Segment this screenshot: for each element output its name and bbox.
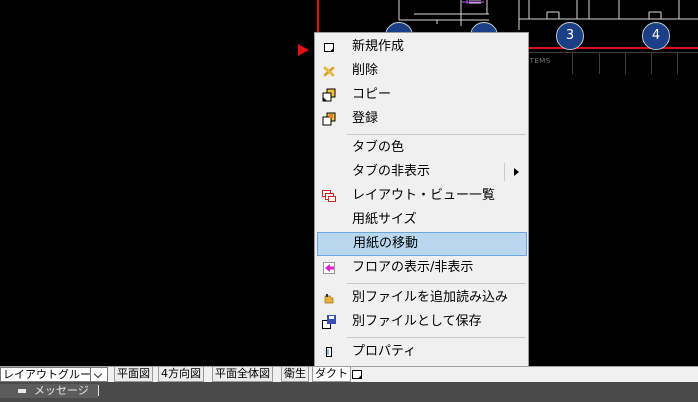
properties-icon <box>326 347 332 357</box>
menu-item-label: 用紙サイズ <box>352 212 417 227</box>
menu-item-label: レイアウト・ビュー一覧 <box>352 188 496 203</box>
delete-x-icon <box>323 66 335 77</box>
menu-item-label: コピー <box>352 87 392 102</box>
menu-item-label: タブの色 <box>352 140 405 155</box>
layout-group-dropdown-button[interactable] <box>91 367 108 382</box>
layout-group-select[interactable]: レイアウトグループ1 <box>0 367 91 382</box>
status-bar: メッセージ <box>0 382 698 402</box>
layout-list-icon <box>322 190 336 202</box>
context-menu: 新規作成 削除 コピー 登録 タブの色 タブの非表示 レイアウト・ビュー一覧 用… <box>314 32 529 367</box>
menu-item-register[interactable]: 登録 <box>317 107 527 131</box>
menu-item-label: プロパティ <box>352 344 417 359</box>
layout-tab-bar: レイアウトグループ1 平面図 4方向図 平面全体図 衛生 ダクト <box>0 366 698 383</box>
menu-item-label: 用紙の移動 <box>353 236 419 251</box>
register-icon <box>322 112 336 126</box>
menu-item-properties[interactable]: プロパティ <box>317 340 527 364</box>
menu-separator <box>347 134 526 135</box>
grid-axis-bubble-3: 3 <box>556 22 584 50</box>
menu-item-label: フロアの表示/非表示 <box>352 260 474 275</box>
new-sheet-icon <box>324 43 334 52</box>
copy-icon <box>322 88 336 102</box>
menu-item-paper-size[interactable]: 用紙サイズ <box>317 208 527 232</box>
menu-separator <box>347 283 526 284</box>
tab-duct[interactable]: ダクト <box>312 367 351 382</box>
message-collapse-icon[interactable] <box>18 389 26 393</box>
floor-toggle-icon <box>323 262 335 274</box>
menu-item-label: 別ファイルを追加読み込み <box>352 290 509 305</box>
menu-item-floor-toggle[interactable]: フロアの表示/非表示 <box>317 256 527 280</box>
menu-item-label: タブの非表示 <box>352 164 431 179</box>
table-label: ITEMS <box>527 57 551 65</box>
menu-item-save-as[interactable]: 別ファイルとして保存 <box>317 310 527 334</box>
folder-import-icon <box>324 294 334 304</box>
menu-item-layout-view-list[interactable]: レイアウト・ビュー一覧 <box>317 184 527 208</box>
submenu-arrow-icon <box>514 168 519 176</box>
message-pane[interactable]: メッセージ <box>0 384 98 398</box>
menu-item-label: 削除 <box>352 63 379 78</box>
message-input-caret <box>98 385 99 396</box>
red-arrow-marker <box>298 44 309 56</box>
menu-item-delete[interactable]: 削除 <box>317 59 527 83</box>
submenu-divider <box>504 163 505 181</box>
menu-item-hide-tab[interactable]: タブの非表示 <box>317 160 527 184</box>
new-tab-icon[interactable] <box>350 368 364 381</box>
tab-floor-overall[interactable]: 平面全体図 <box>212 367 273 382</box>
menu-separator <box>347 337 526 338</box>
menu-item-tab-color[interactable]: タブの色 <box>317 136 527 160</box>
tab-four-direction[interactable]: 4方向図 <box>158 367 204 382</box>
menu-item-new[interactable]: 新規作成 <box>317 35 527 59</box>
menu-item-move-paper[interactable]: 用紙の移動 <box>317 232 527 256</box>
message-label: メッセージ <box>34 384 89 397</box>
menu-item-copy[interactable]: コピー <box>317 83 527 107</box>
menu-item-label: 登録 <box>352 111 379 126</box>
menu-item-label: 別ファイルとして保存 <box>352 314 482 329</box>
menu-item-import-file[interactable]: 別ファイルを追加読み込み <box>317 286 527 310</box>
menu-item-label: 新規作成 <box>352 39 405 54</box>
tab-floor-plan[interactable]: 平面図 <box>114 367 153 382</box>
grid-axis-bubble-4: 4 <box>642 22 670 50</box>
chevron-down-icon <box>93 369 103 379</box>
tab-sanitary[interactable]: 衛生 <box>281 367 309 382</box>
save-as-icon <box>322 315 336 329</box>
